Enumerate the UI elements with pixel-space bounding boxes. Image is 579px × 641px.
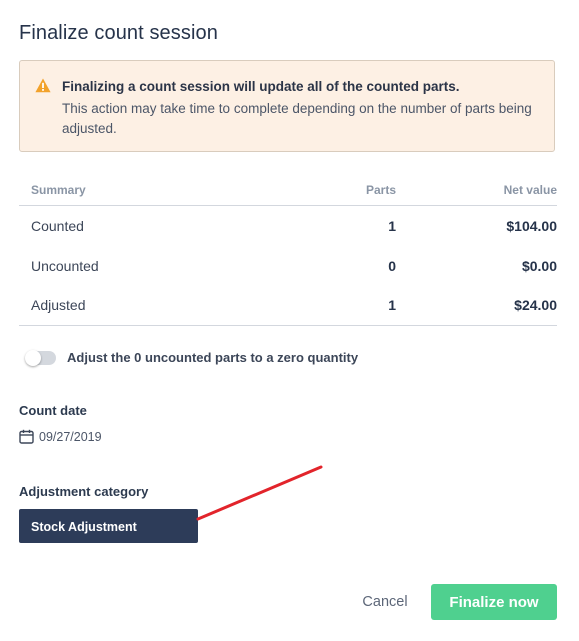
adjustment-category-label: Adjustment category bbox=[19, 484, 149, 499]
finalize-now-button[interactable]: Finalize now bbox=[431, 584, 557, 620]
adjustment-category-select[interactable]: Stock Adjustment bbox=[19, 509, 198, 543]
warning-banner: Finalizing a count session will update a… bbox=[19, 60, 555, 152]
warning-title: Finalizing a count session will update a… bbox=[62, 79, 460, 94]
table-row: Uncounted 0 $0.00 bbox=[19, 246, 557, 286]
table-row: Counted 1 $104.00 bbox=[19, 206, 557, 246]
row-name: Counted bbox=[31, 218, 84, 234]
summary-table: Summary Parts Net value Counted 1 $104.0… bbox=[19, 172, 557, 326]
row-parts: 1 bbox=[388, 297, 396, 313]
table-row: Adjusted 1 $24.00 bbox=[19, 285, 557, 326]
summary-header-parts: Parts bbox=[365, 183, 396, 197]
row-name: Uncounted bbox=[31, 257, 99, 274]
summary-header-name: Summary bbox=[31, 183, 86, 197]
row-parts: 0 bbox=[388, 257, 396, 274]
warning-body: This action may take time to complete de… bbox=[62, 101, 532, 136]
count-date-value: 09/27/2019 bbox=[39, 430, 102, 444]
cancel-button[interactable]: Cancel bbox=[350, 585, 420, 619]
toggle-knob bbox=[25, 350, 41, 366]
row-value: $104.00 bbox=[506, 218, 557, 234]
row-value: $0.00 bbox=[521, 257, 557, 274]
zero-quantity-toggle[interactable] bbox=[25, 350, 56, 366]
summary-header-row: Summary Parts Net value bbox=[19, 172, 557, 206]
count-date-label: Count date bbox=[19, 403, 87, 418]
row-name: Adjusted bbox=[31, 297, 86, 313]
calendar-icon bbox=[19, 429, 34, 444]
warning-triangle-icon bbox=[35, 78, 51, 93]
page-title: Finalize count session bbox=[19, 22, 218, 44]
zero-quantity-toggle-label: Adjust the 0 uncounted parts to a zero q… bbox=[67, 350, 359, 365]
summary-header-value: Net value bbox=[503, 183, 557, 197]
row-value: $24.00 bbox=[514, 297, 557, 313]
row-parts: 1 bbox=[388, 218, 396, 234]
